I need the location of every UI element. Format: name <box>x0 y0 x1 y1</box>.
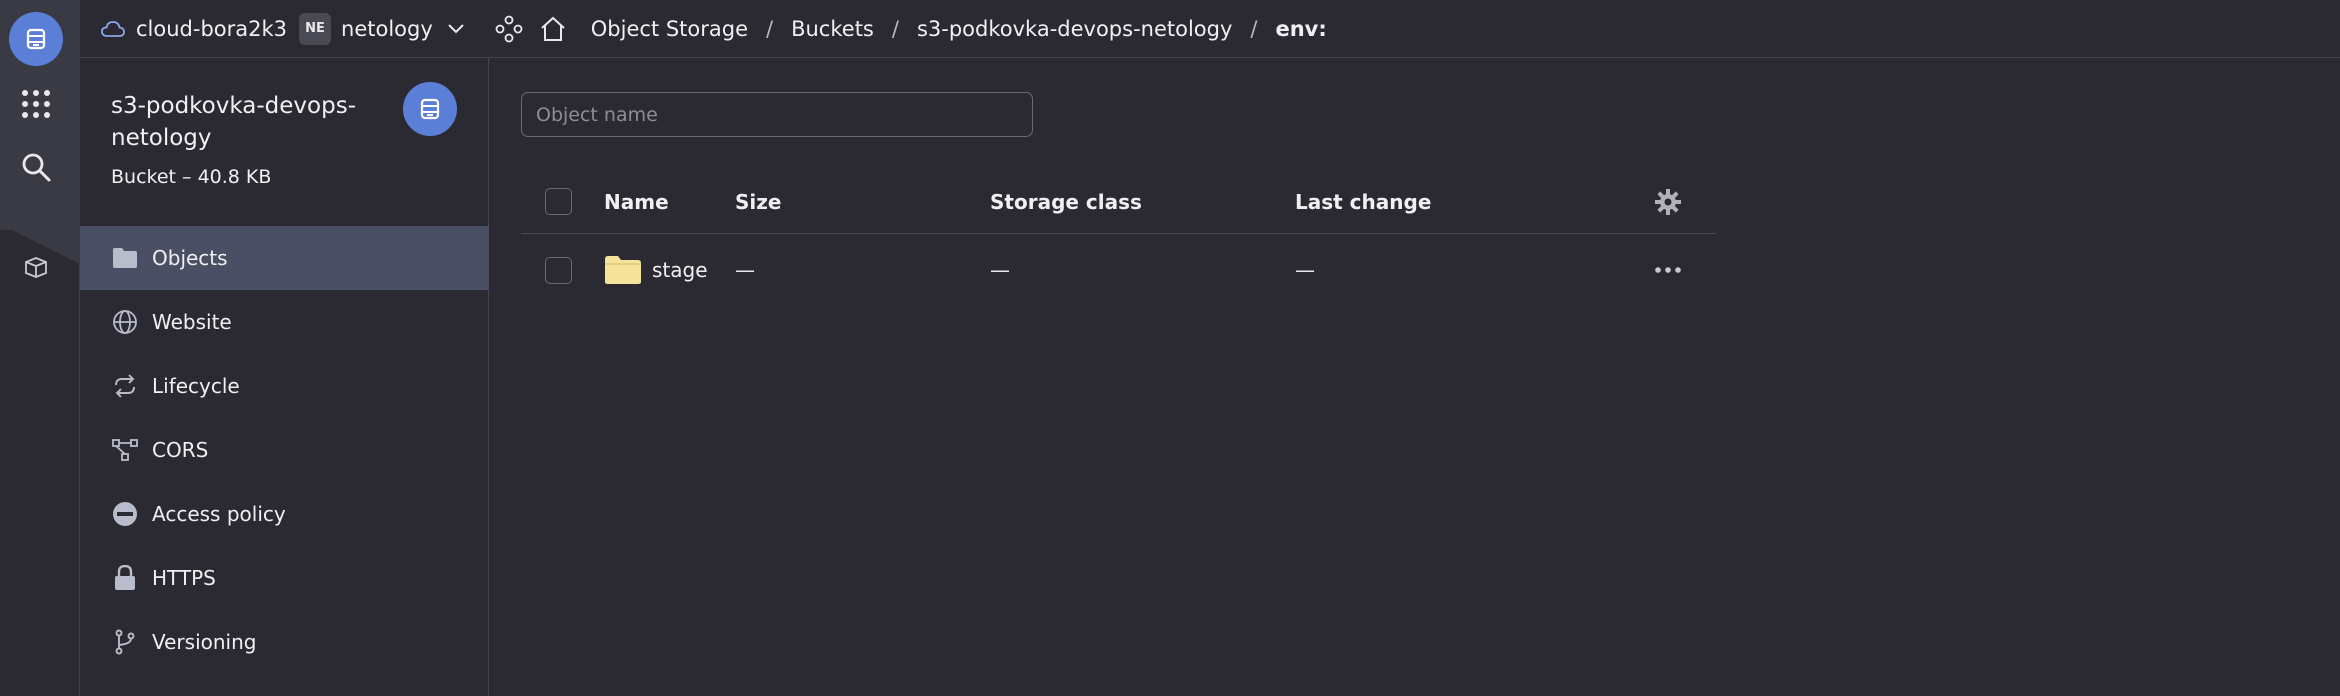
sidebar-item-label: Lifecycle <box>152 374 240 398</box>
column-header-size[interactable]: Size <box>735 170 781 233</box>
lock-icon <box>111 564 139 592</box>
cloud-name: cloud-bora2k3 <box>136 16 288 41</box>
sidebar-item-label: Objects <box>152 246 228 270</box>
folder-icon <box>111 244 139 272</box>
row-size: — <box>735 258 755 282</box>
cloud-selector[interactable]: cloud-bora2k3 <box>100 17 287 41</box>
chevron-down-icon <box>448 23 464 33</box>
sidebar-item-label: Versioning <box>152 630 257 654</box>
no-entry-icon <box>111 500 139 528</box>
bucket-icon <box>403 82 457 136</box>
row-actions-button[interactable] <box>1654 234 1682 306</box>
sidebar-item-objects[interactable]: Objects <box>80 226 489 290</box>
search-icon <box>22 153 51 182</box>
all-services-button[interactable] <box>9 77 63 131</box>
globe-icon <box>111 308 139 336</box>
breadcrumb-current: env: <box>1275 16 1327 41</box>
breadcrumb: Object Storage / Buckets / s3-podkovka-d… <box>591 17 1327 41</box>
folder-name: netology <box>341 16 433 41</box>
row-name-cell[interactable]: stage <box>604 234 708 306</box>
table-settings-button[interactable] <box>1654 170 1682 233</box>
home-icon <box>541 16 565 41</box>
box-icon <box>25 257 47 278</box>
sidebar-item-https[interactable]: HTTPS <box>80 546 489 610</box>
storage-icon <box>26 28 46 50</box>
table-row[interactable]: stage — — — <box>521 234 1716 306</box>
nodes-icon <box>495 15 523 42</box>
breadcrumb-separator: / <box>891 16 899 41</box>
sidebar-item-access-policy[interactable]: Access policy <box>80 482 489 546</box>
bucket-subtitle: Bucket – 40.8 KB <box>111 166 272 188</box>
resource-manager-button[interactable] <box>495 15 523 43</box>
row-select-cell <box>545 234 572 306</box>
sidebar-item-label: CORS <box>152 438 209 462</box>
sidebar-item-label: Access policy <box>152 502 286 526</box>
row-last-change: — <box>1295 258 1315 282</box>
top-bar: cloud-bora2k3 NE netology Object Storage… <box>80 0 2340 58</box>
row-checkbox[interactable] <box>545 256 572 284</box>
storage-icon <box>420 98 440 120</box>
folder-icon <box>605 256 641 284</box>
select-all-checkbox[interactable] <box>545 188 572 215</box>
breadcrumb-separator: / <box>766 16 774 41</box>
folder-badge: NE <box>299 12 332 45</box>
column-header-storage-class[interactable]: Storage class <box>990 170 1142 233</box>
search-rail-button[interactable] <box>9 140 63 194</box>
home-button[interactable] <box>539 15 567 43</box>
marketplace-rail-button[interactable] <box>9 240 63 294</box>
breadcrumb-buckets[interactable]: Buckets <box>791 17 874 41</box>
table-header: Name Size Storage class Last change <box>521 170 1716 234</box>
cloud-icon <box>101 20 125 37</box>
more-icon <box>1655 267 1681 273</box>
folder-selector[interactable]: NE netology <box>299 12 465 45</box>
row-storage-class: — <box>990 258 1010 282</box>
object-storage-rail-button[interactable] <box>9 12 63 66</box>
object-name-search-input[interactable] <box>521 92 1033 137</box>
sidebar-item-cors[interactable]: CORS <box>80 418 489 482</box>
bucket-side-panel: s3-podkovka-devops-netology Bucket – 40.… <box>80 58 489 696</box>
breadcrumb-object-storage[interactable]: Object Storage <box>591 17 748 41</box>
branch-icon <box>111 628 139 656</box>
cycle-icon <box>111 372 139 400</box>
cors-icon <box>111 436 139 464</box>
sidebar-item-label: HTTPS <box>152 566 216 590</box>
column-header-last-change[interactable]: Last change <box>1295 170 1431 233</box>
bucket-name: s3-podkovka-devops-netology <box>111 93 356 151</box>
sidebar-item-versioning[interactable]: Versioning <box>80 610 489 674</box>
breadcrumb-separator: / <box>1250 16 1258 41</box>
grid-icon <box>22 90 50 118</box>
left-rail <box>0 0 80 696</box>
select-all-cell <box>545 170 572 233</box>
sidebar-item-website[interactable]: Website <box>80 290 489 354</box>
sidebar-item-label: Website <box>152 310 232 334</box>
row-name[interactable]: stage <box>652 258 708 282</box>
column-header-name[interactable]: Name <box>604 170 669 233</box>
gear-icon <box>1655 188 1681 215</box>
sidebar-item-lifecycle[interactable]: Lifecycle <box>80 354 489 418</box>
breadcrumb-bucket[interactable]: s3-podkovka-devops-netology <box>917 17 1232 41</box>
